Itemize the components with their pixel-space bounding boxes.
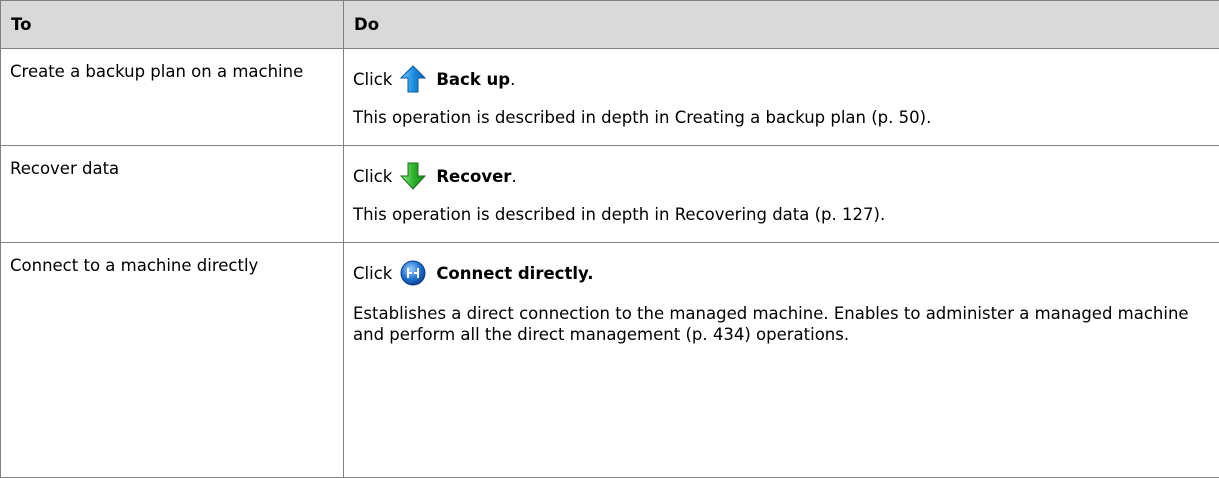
task-text: Create a backup plan on a machine	[10, 62, 303, 81]
connect-directly-button-label: Connect directly.	[436, 263, 593, 284]
arrow-down-icon[interactable]	[400, 162, 426, 190]
table-header-row: To Do	[1, 1, 1219, 49]
task-cell: Create a backup plan on a machine	[1, 49, 344, 146]
back-up-button-label: Back up	[436, 69, 510, 90]
table-row: Connect to a machine directly Click	[1, 243, 1219, 478]
click-instruction: Click	[353, 156, 1209, 196]
click-instruction: Click	[353, 253, 1209, 293]
task-text: Connect to a machine directly	[10, 256, 258, 275]
description-text: This operation is described in depth in …	[353, 107, 1209, 128]
actions-table: To Do Create a backup plan on a machine …	[0, 0, 1219, 478]
description-text: This operation is described in depth in …	[353, 204, 1209, 225]
table-row: Create a backup plan on a machine Click	[1, 49, 1219, 146]
connect-icon[interactable]	[400, 259, 426, 287]
task-cell: Connect to a machine directly	[1, 243, 344, 478]
arrow-up-icon[interactable]	[400, 65, 426, 93]
column-header-do: Do	[344, 1, 1219, 49]
click-instruction: Click	[353, 59, 1209, 99]
click-word: Click	[353, 263, 392, 284]
action-cell: Click	[344, 49, 1219, 146]
recover-button-label: Recover	[436, 166, 511, 187]
action-cell: Click	[344, 243, 1219, 478]
task-text: Recover data	[10, 159, 119, 178]
action-cell: Click	[344, 146, 1219, 243]
column-header-to: To	[1, 1, 344, 49]
click-word: Click	[353, 166, 392, 187]
label-suffix: .	[510, 69, 515, 90]
table-row: Recover data Click	[1, 146, 1219, 243]
description-text: Establishes a direct connection to the m…	[353, 303, 1209, 345]
click-word: Click	[353, 69, 392, 90]
label-suffix: .	[511, 166, 516, 187]
task-cell: Recover data	[1, 146, 344, 243]
